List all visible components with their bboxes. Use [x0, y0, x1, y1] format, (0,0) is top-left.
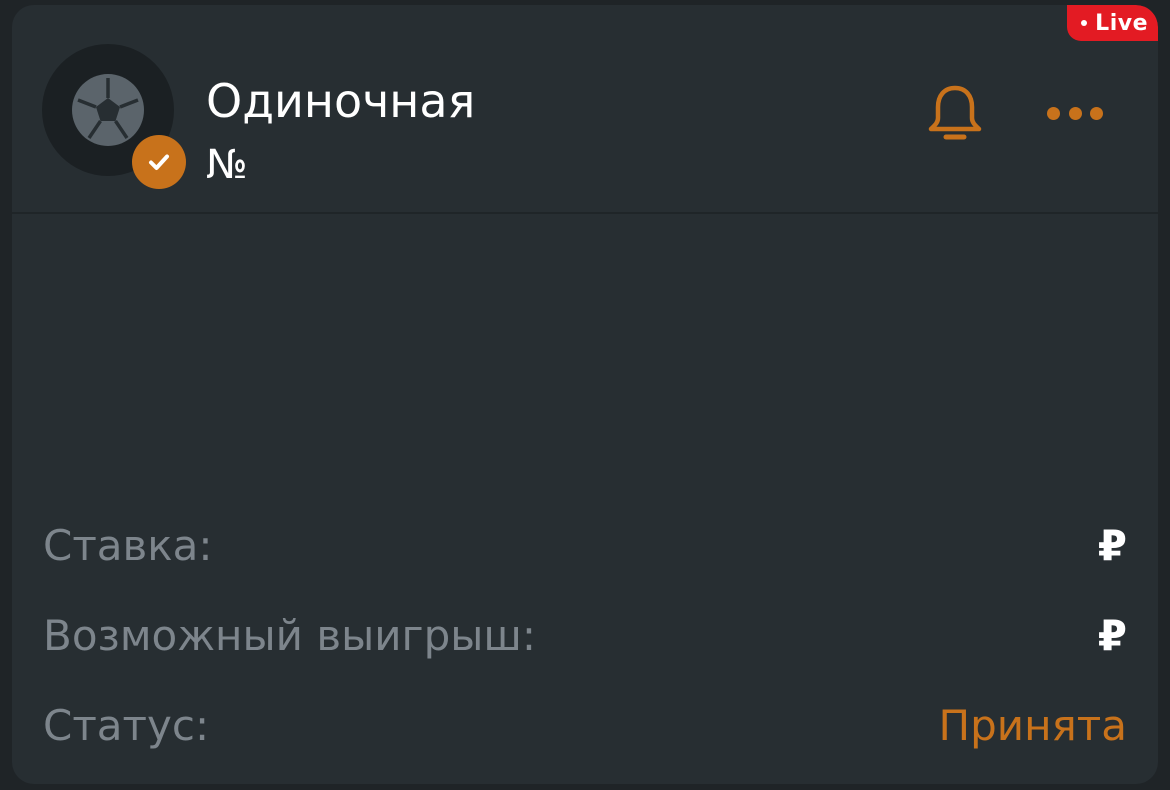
status-value: Принята [938, 700, 1127, 750]
possible-win-value: ₽ [1097, 610, 1127, 660]
possible-win-label: Возможный выигрыш: [43, 610, 537, 660]
notifications-button[interactable] [924, 83, 986, 145]
more-dot [1047, 106, 1060, 120]
more-menu-button[interactable] [1047, 101, 1103, 125]
live-dot-icon [1081, 20, 1088, 26]
soccer-ball-icon [72, 74, 144, 146]
check-icon [149, 154, 169, 170]
header-divider [12, 212, 1158, 214]
bet-type-title: Одиночная [206, 74, 476, 128]
stake-label: Ставка: [43, 520, 213, 570]
live-badge: Live [1067, 5, 1158, 41]
bell-icon [928, 85, 982, 140]
status-label: Статус: [43, 700, 210, 750]
stake-row: Ставка: ₽ [43, 517, 1127, 573]
bet-card[interactable]: Live Одиночная № Ставка: ₽ Возможный выи… [12, 5, 1158, 784]
status-row: Статус: Принята [43, 697, 1127, 753]
more-dot [1090, 106, 1103, 120]
more-dot [1068, 106, 1082, 120]
live-label: Live [1095, 10, 1148, 36]
possible-win-row: Возможный выигрыш: ₽ [43, 607, 1127, 663]
verified-badge [132, 135, 186, 189]
stake-value: ₽ [1097, 520, 1127, 570]
bet-number: № [206, 142, 248, 188]
